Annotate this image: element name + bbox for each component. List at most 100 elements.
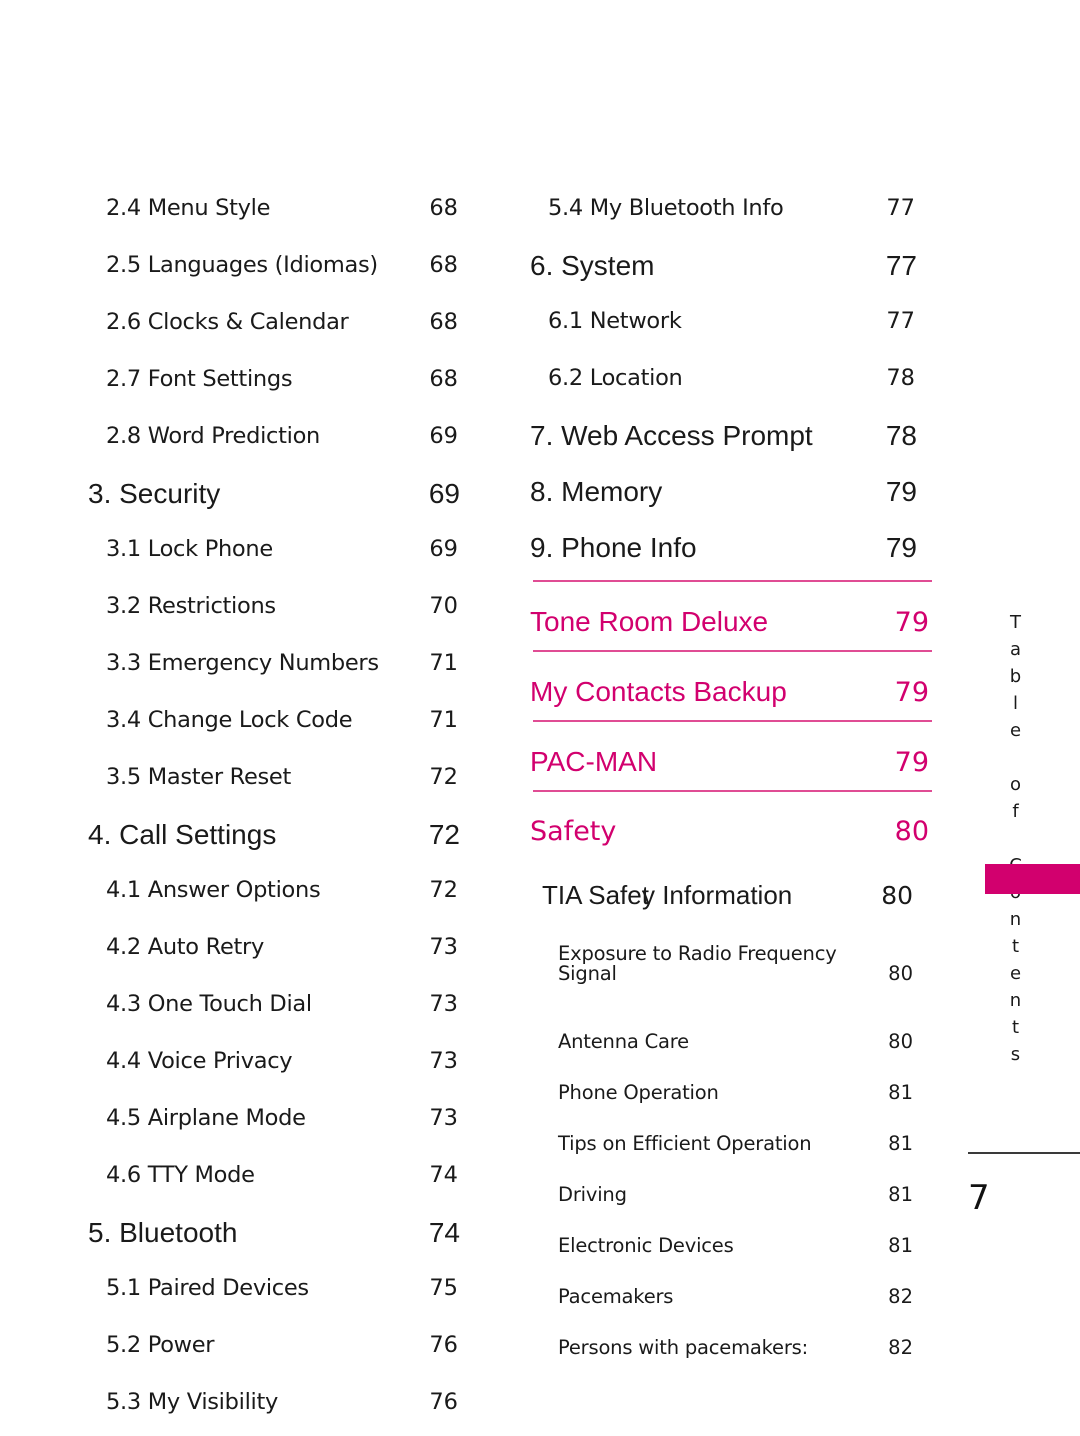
- footer-rule: [968, 1152, 1080, 1154]
- featured-entry-label: PAC-MAN: [530, 746, 658, 777]
- page-number: 77: [885, 250, 917, 281]
- page-number: 69: [428, 478, 460, 509]
- page-number: 79: [885, 476, 917, 507]
- safety-entry-label-line1: Exposure to Radio Frequency: [558, 942, 837, 965]
- page-number: 69: [429, 536, 458, 562]
- page-number: 77: [886, 308, 915, 334]
- page-number: 81: [888, 1132, 913, 1155]
- page-number: 79: [894, 607, 929, 638]
- toc-entry[interactable]: 5. Bluetooth 74: [88, 1209, 478, 1265]
- toc-entry[interactable]: 3.4 Change Lock Code 71: [88, 697, 478, 754]
- toc-entry[interactable]: 8. Memory 79: [530, 468, 935, 524]
- toc-entry[interactable]: 2.6 Clocks & Calendar 68: [88, 299, 478, 356]
- toc-entry[interactable]: 6. System 77: [530, 242, 935, 298]
- toc-entry[interactable]: 2.7 Font Settings 68: [88, 356, 478, 413]
- safety-entry-label: Pacemakers: [558, 1285, 674, 1308]
- safety-toc-entry[interactable]: Persons with pacemakers: 82: [530, 1328, 935, 1379]
- page-number: 68: [429, 252, 458, 278]
- featured-toc-entry[interactable]: PAC-MAN 79: [530, 720, 935, 790]
- safety-entry-label: Tips on Efficient Operation: [558, 1132, 812, 1155]
- toc-entry[interactable]: 9. Phone Info 79: [530, 524, 935, 580]
- page-number: 80: [888, 961, 913, 985]
- toc-right-column: 5.4 My Bluetooth Info 77 6. System 77 6.1 Ne…: [530, 185, 935, 1379]
- page-number: 82: [888, 1285, 913, 1308]
- page-folio-number: 7: [968, 1178, 990, 1218]
- safety-toc-entry[interactable]: Antenna Care 80: [530, 1022, 935, 1073]
- toc-entry[interactable]: 3.5 Master Reset 72: [88, 754, 478, 811]
- toc-entry[interactable]: 4.2 Auto Retry 73: [88, 924, 478, 981]
- toc-entry-label: 4.2 Auto Retry: [106, 934, 264, 960]
- side-tab-marker: [985, 864, 1080, 894]
- toc-entry[interactable]: 2.4 Menu Style 68: [88, 185, 478, 242]
- page-number: 68: [429, 366, 458, 392]
- safety-toc-entry[interactable]: Driving 81: [530, 1175, 935, 1226]
- featured-entry-label: Tone Room Deluxe: [530, 606, 769, 637]
- toc-entry[interactable]: 3.3 Emergency Numbers 71: [88, 640, 478, 697]
- toc-entry[interactable]: 4.6 TTY Mode 74: [88, 1152, 478, 1209]
- page-number: 72: [428, 819, 460, 850]
- safety-toc-entry[interactable]: Electronic Devices 81: [530, 1226, 935, 1277]
- page-number: 74: [429, 1162, 458, 1188]
- toc-entry-label: 3.4 Change Lock Code: [106, 707, 353, 733]
- toc-entry-label: 6.1 Network: [548, 308, 682, 334]
- toc-entry-label: 4.6 TTY Mode: [106, 1162, 255, 1188]
- safety-toc-entry[interactable]: Exposure to Radio Frequency Signal 80: [530, 936, 935, 1022]
- tia-safety-information-entry[interactable]: TIA Safety Information 80: [530, 860, 935, 936]
- page-number: 72: [429, 877, 458, 903]
- toc-entry[interactable]: 5.3 My Visibility 76: [88, 1379, 478, 1436]
- toc-entry-label: 3.1 Lock Phone: [106, 536, 273, 562]
- toc-entry[interactable]: 6.2 Location 78: [530, 355, 935, 412]
- page-number: 79: [894, 677, 929, 708]
- toc-entry-label: 5.4 My Bluetooth Info: [548, 195, 784, 221]
- page-number: 81: [888, 1081, 913, 1104]
- toc-entry[interactable]: 5.2 Power 76: [88, 1322, 478, 1379]
- toc-entry-label: 4.4 Voice Privacy: [106, 1048, 293, 1074]
- featured-toc-entry[interactable]: Tone Room Deluxe 79: [530, 580, 935, 650]
- featured-toc-entry[interactable]: Safety 80: [530, 790, 935, 860]
- toc-entry[interactable]: 4.4 Voice Privacy 73: [88, 1038, 478, 1095]
- page-number: 81: [888, 1183, 913, 1206]
- toc-entry[interactable]: 2.8 Word Prediction 69: [88, 413, 478, 470]
- toc-entry-label: 2.8 Word Prediction: [106, 423, 320, 449]
- toc-entry-label: 4.1 Answer Options: [106, 877, 321, 903]
- toc-entry[interactable]: 4.5 Airplane Mode 73: [88, 1095, 478, 1152]
- toc-entry[interactable]: 4.3 One Touch Dial 73: [88, 981, 478, 1038]
- toc-entry[interactable]: 3.1 Lock Phone 69: [88, 526, 478, 583]
- safety-entry-label-line2: Signal: [558, 961, 617, 985]
- featured-toc-entry[interactable]: My Contacts Backup 79: [530, 650, 935, 720]
- toc-entry-label: 5. Bluetooth: [88, 1217, 238, 1248]
- page-number: 81: [888, 1234, 913, 1257]
- page-number: 71: [429, 650, 458, 676]
- toc-entry-label: 2.7 Font Settings: [106, 366, 293, 392]
- toc-entry[interactable]: 6.1 Network 77: [530, 298, 935, 355]
- toc-entry[interactable]: 4. Call Settings 72: [88, 811, 478, 867]
- page-number: 68: [429, 195, 458, 221]
- toc-entry-label: 2.5 Languages (Idiomas): [106, 252, 378, 278]
- safety-entry-label: Driving: [558, 1183, 627, 1206]
- toc-entry[interactable]: 7. Web Access Prompt 78: [530, 412, 935, 468]
- page-number: 68: [429, 309, 458, 335]
- page-number: 73: [429, 1105, 458, 1131]
- toc-entry-label: 3. Security: [88, 478, 221, 509]
- page-number: 73: [429, 934, 458, 960]
- toc-entry[interactable]: 5.4 My Bluetooth Info 77: [530, 185, 935, 242]
- toc-entry[interactable]: 2.5 Languages (Idiomas) 68: [88, 242, 478, 299]
- toc-entry[interactable]: 3.2 Restrictions 70: [88, 583, 478, 640]
- safety-toc-entry[interactable]: Tips on Efficient Operation 81: [530, 1124, 935, 1175]
- toc-entry-label: 9. Phone Info: [530, 532, 697, 563]
- safety-toc-entry[interactable]: Phone Operation 81: [530, 1073, 935, 1124]
- toc-entry-label: 5.1 Paired Devices: [106, 1275, 309, 1301]
- page-number: 69: [429, 423, 458, 449]
- toc-entry-label: 5.2 Power: [106, 1332, 215, 1358]
- safety-toc-entry[interactable]: Pacemakers 82: [530, 1277, 935, 1328]
- featured-entry-label: My Contacts Backup: [530, 676, 787, 707]
- side-tab-label: Table of Contents: [1005, 612, 1026, 1071]
- toc-entry[interactable]: 5.1 Paired Devices 75: [88, 1265, 478, 1322]
- toc-entry[interactable]: 3. Security 69: [88, 470, 478, 526]
- page-number: 82: [888, 1336, 913, 1359]
- toc-entry-label: 6.2 Location: [548, 365, 683, 391]
- toc-entry-label: 3.3 Emergency Numbers: [106, 650, 379, 676]
- toc-entry[interactable]: 4.1 Answer Options 72: [88, 867, 478, 924]
- toc-right-entries: 5.4 My Bluetooth Info 77 6. System 77 6.1 Ne…: [530, 185, 935, 580]
- page-number: 78: [886, 365, 915, 391]
